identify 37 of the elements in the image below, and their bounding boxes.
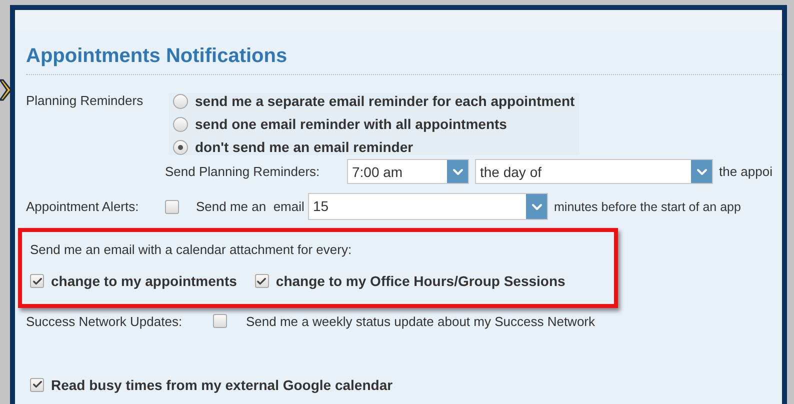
radio-button[interactable] xyxy=(173,94,188,108)
field-label: Planning Reminders xyxy=(26,93,144,108)
minutes-select[interactable]: 15 xyxy=(308,193,548,220)
radio-button[interactable] xyxy=(173,116,188,132)
select-value: 15 xyxy=(312,197,330,216)
day-select[interactable]: the day of xyxy=(475,159,713,184)
dropdown-button[interactable] xyxy=(447,160,468,183)
field-label: Success Network Updates: xyxy=(26,314,184,328)
checkbox[interactable] xyxy=(30,378,44,392)
select-value: the day of xyxy=(479,163,542,182)
option-label: send one email reminder with all appointments xyxy=(195,116,507,132)
option-label: Send me a weekly status update about my Success Network xyxy=(246,314,596,328)
option-label: don't send me an email reminder xyxy=(195,139,414,155)
check-icon xyxy=(32,379,42,390)
checkbox[interactable] xyxy=(165,200,179,214)
checkbox[interactable] xyxy=(254,274,269,288)
select-value: 7:00 am xyxy=(351,163,404,182)
pointer-arrow-icon xyxy=(0,78,12,102)
check-icon xyxy=(32,276,42,286)
field-label: Send Planning Reminders: xyxy=(165,164,321,179)
option-label: send me a separate email reminder for each appointment xyxy=(195,93,575,109)
dropdown-button[interactable] xyxy=(526,194,547,219)
checkbox[interactable] xyxy=(30,274,44,288)
option-label: change to my appointments xyxy=(51,273,237,289)
time-select[interactable]: 7:00 am xyxy=(347,159,469,184)
checkbox[interactable] xyxy=(213,314,227,328)
field-suffix: the appoi xyxy=(719,164,772,179)
field-label: Send me an email xyxy=(196,199,306,214)
option-label: change to my Office Hours/Group Sessions xyxy=(276,273,566,289)
field-label: Appointment Alerts: xyxy=(26,199,140,214)
instruction-text: Send me an email with a calendar attachment for every: xyxy=(30,242,353,257)
radio-button[interactable] xyxy=(173,140,188,154)
field-suffix: minutes before the start of an app xyxy=(554,200,741,214)
option-label: Read busy times from my external Google calendar xyxy=(51,376,393,392)
dropdown-button[interactable] xyxy=(691,160,712,183)
check-icon xyxy=(256,276,268,286)
section-title: Appointments Notifications xyxy=(26,44,288,69)
